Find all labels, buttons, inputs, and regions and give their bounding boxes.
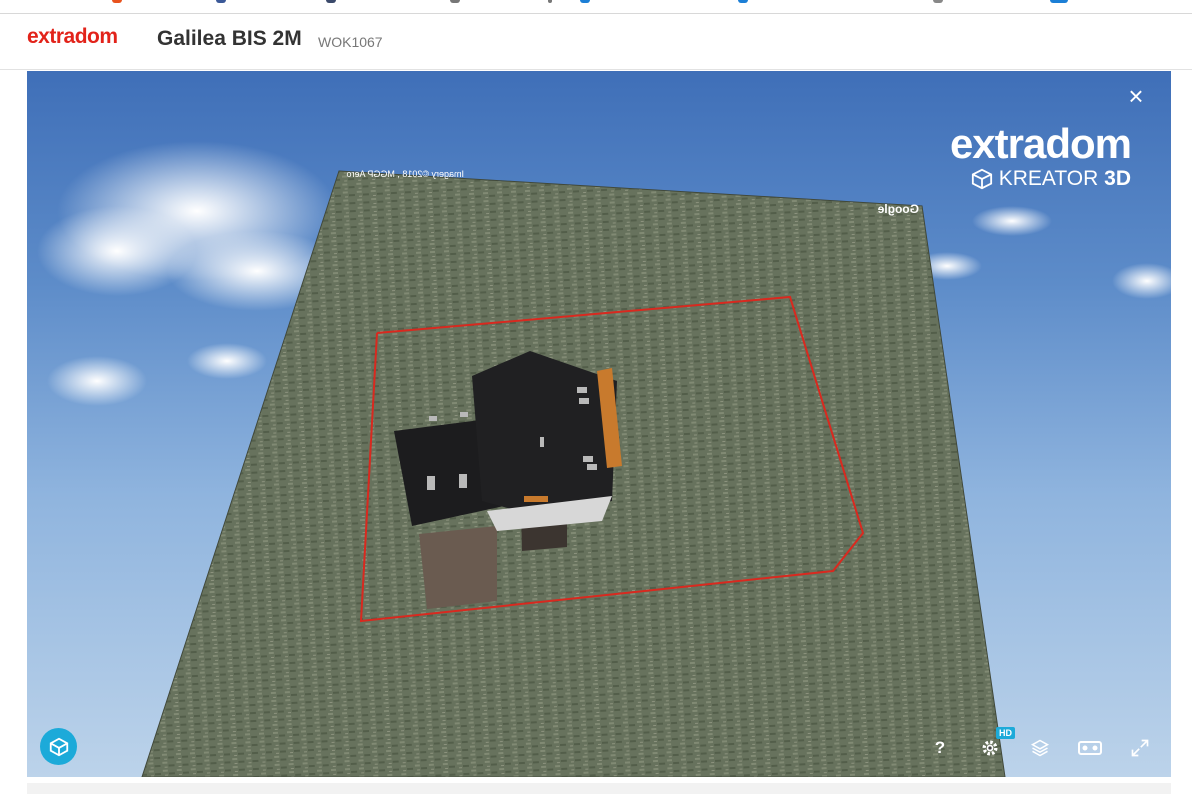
layers-icon[interactable] <box>1027 735 1053 761</box>
link-icon[interactable] <box>548 0 552 3</box>
cube-icon <box>971 168 992 190</box>
facebook-icon[interactable] <box>216 0 226 3</box>
sketchfab-icon[interactable] <box>40 728 77 765</box>
3d-viewer[interactable]: Imagery ©2018 , MGGP Aero Google × extra… <box>27 71 1171 777</box>
vr-headset-icon[interactable] <box>1077 735 1103 761</box>
map-provider-label: Google <box>877 202 919 216</box>
circle-icon[interactable] <box>326 0 336 3</box>
page-header: extradom Galilea BIS 2M WOK1067 <box>0 14 1192 70</box>
gear-icon[interactable]: HD <box>977 727 1015 761</box>
grid-icon[interactable] <box>1050 0 1068 3</box>
top-share-strip <box>0 0 1192 14</box>
help-button[interactable]: ? <box>927 735 953 761</box>
project-code: WOK1067 <box>318 34 383 50</box>
viewer-logo-product-suffix: 3D <box>1104 167 1131 190</box>
viewer-logo-name: extradom <box>949 120 1132 167</box>
print-icon[interactable] <box>450 0 460 3</box>
page-title: Galilea BIS 2M <box>157 27 302 50</box>
fullscreen-icon[interactable] <box>1127 735 1153 761</box>
close-icon[interactable]: × <box>1125 83 1147 109</box>
email-icon[interactable] <box>580 0 590 3</box>
document-icon[interactable] <box>933 0 943 3</box>
viewer-logo: extradom KREATOR 3D <box>949 120 1132 191</box>
viewer-logo-product: KREATOR <box>998 167 1099 190</box>
brand-logo[interactable]: extradom <box>27 25 118 49</box>
bookmark-icon[interactable] <box>738 0 748 3</box>
viewer-controls: ? HD <box>927 727 1153 761</box>
map-attribution: Imagery ©2018 , MGGP Aero <box>346 169 464 179</box>
footer-bar <box>27 783 1171 794</box>
share-icon[interactable] <box>112 0 122 3</box>
hd-badge: HD <box>996 727 1015 739</box>
